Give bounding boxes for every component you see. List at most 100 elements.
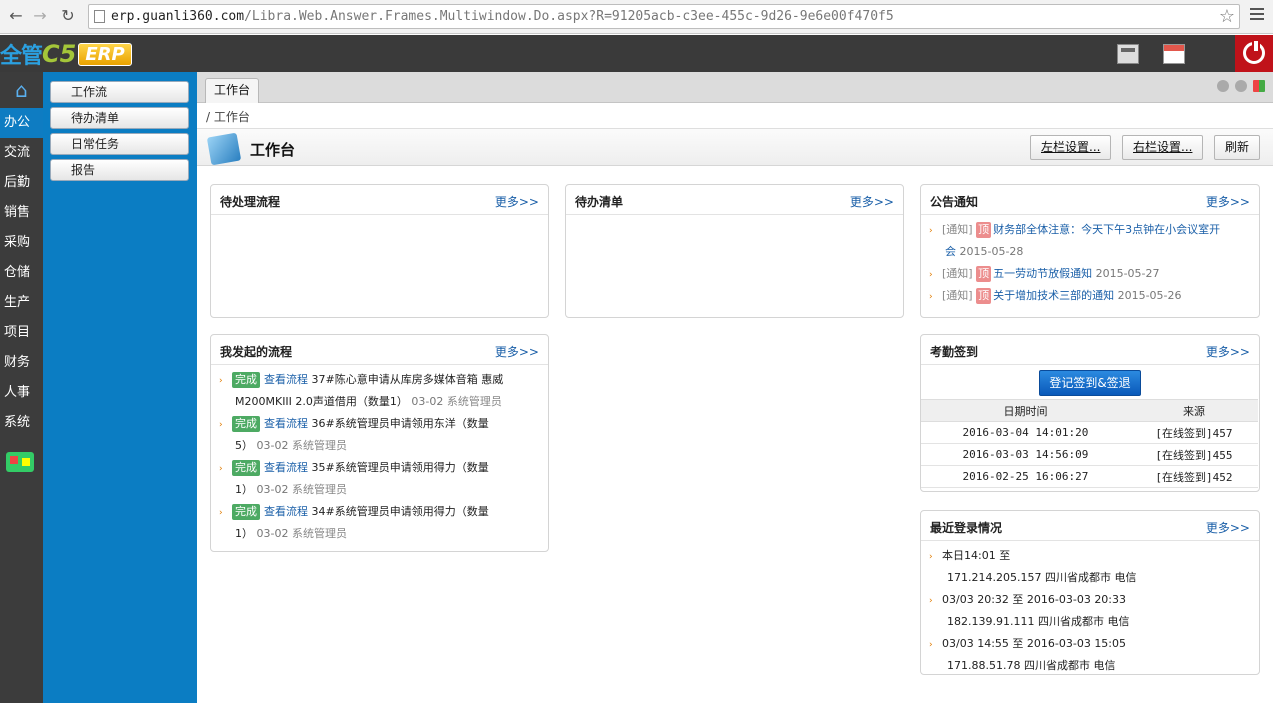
more-link[interactable]: 更多>> bbox=[850, 193, 894, 210]
address-bar[interactable]: erp.guanli360.com/Libra.Web.Answer.Frame… bbox=[88, 4, 1240, 29]
list-item: › 03/03 20:32 至 2016-03-03 20:33 bbox=[929, 593, 1127, 606]
title-bar: 工作台 左栏设置... 右栏设置... 刷新 bbox=[197, 128, 1273, 166]
subnav-item-daily-task[interactable]: 日常任务 bbox=[50, 133, 189, 155]
my-flow-panel: 我发起的流程 更多>> › 完成 查看流程 37#陈心意申请从库房多媒体音箱 惠威 M… bbox=[210, 334, 549, 552]
nav-item[interactable]: 交流 bbox=[0, 138, 43, 168]
table-row: 2016-02-25 16:06:27 [在线签到]452 bbox=[921, 465, 1258, 488]
nav-item[interactable]: 采购 bbox=[0, 228, 43, 258]
panel-title: 最近登录情况 bbox=[930, 521, 1003, 535]
app-header: 全管 C5 ERP bbox=[0, 35, 1273, 72]
page-icon bbox=[94, 10, 105, 23]
panel-title: 我发起的流程 bbox=[220, 345, 293, 359]
status-badge: 完成 bbox=[232, 460, 260, 476]
reload-icon[interactable]: ↻ bbox=[58, 6, 78, 26]
panel-title: 待办清单 bbox=[575, 195, 624, 209]
browser-chrome: ← → ↻ erp.guanli360.com/Libra.Web.Answer… bbox=[0, 0, 1273, 34]
refresh-button[interactable]: 刷新 bbox=[1214, 135, 1261, 160]
more-link[interactable]: 更多>> bbox=[495, 343, 539, 360]
notice-link[interactable]: 五一劳动节放假通知 bbox=[993, 267, 1092, 280]
url-text: erp.guanli360.com/Libra.Web.Answer.Frame… bbox=[111, 9, 894, 24]
table-row: 2016-03-03 14:56:09 [在线签到]455 bbox=[921, 443, 1258, 466]
list-item: › 本日14:01 至 bbox=[929, 549, 1011, 562]
table-cell: [在线签到]457 bbox=[1129, 421, 1258, 444]
left-setting-button[interactable]: 左栏设置... bbox=[1030, 135, 1112, 160]
more-link[interactable]: 更多>> bbox=[1206, 193, 1250, 210]
login-panel: 最近登录情况 更多>> › 本日14:01 至 171.214.205.157 四川… bbox=[920, 510, 1260, 675]
panel-title: 考勤签到 bbox=[930, 345, 979, 359]
bookmark-star-icon[interactable]: ☆ bbox=[1219, 6, 1235, 27]
table-cell: [在线签到]455 bbox=[1129, 443, 1258, 466]
view-flow-link[interactable]: 查看流程 bbox=[264, 461, 308, 474]
more-link[interactable]: 更多>> bbox=[1206, 519, 1250, 536]
status-badge: 完成 bbox=[232, 504, 260, 520]
nav-item[interactable]: 项目 bbox=[0, 318, 43, 348]
more-link[interactable]: 更多>> bbox=[1206, 343, 1250, 360]
subnav-item-todo[interactable]: 待办清单 bbox=[50, 107, 189, 129]
status-badge: 完成 bbox=[232, 372, 260, 388]
nav-item[interactable]: 后勤 bbox=[0, 168, 43, 198]
sub-nav: 工作流 待办清单 日常任务 报告 bbox=[43, 72, 197, 703]
flow-text: 37#陈心意申请从库房多媒体音箱 惠威 bbox=[311, 373, 504, 386]
home-icon[interactable]: ⌂ bbox=[0, 72, 43, 108]
nav-item[interactable]: 生产 bbox=[0, 288, 43, 318]
list-item-cont: 1） 03-02 系统管理员 bbox=[235, 527, 347, 540]
view-flow-link[interactable]: 查看流程 bbox=[264, 417, 308, 430]
list-item: › [通知] 顶关于增加技术三部的通知 2015-05-26 bbox=[929, 288, 1182, 304]
back-icon[interactable]: ← bbox=[6, 6, 26, 26]
view-flow-link[interactable]: 查看流程 bbox=[264, 505, 308, 518]
nav-item[interactable]: 办公 bbox=[0, 108, 43, 138]
todo-panel: 待办清单 更多>> bbox=[565, 184, 904, 318]
check-in-button[interactable]: 登记签到&签退 bbox=[1039, 370, 1141, 396]
list-item: › 完成 查看流程 34#系统管理员申请领用得力（数量 bbox=[219, 504, 489, 520]
nav-item[interactable]: 销售 bbox=[0, 198, 43, 228]
tab-bar: 工作台 bbox=[197, 72, 1273, 103]
power-icon[interactable] bbox=[1235, 35, 1273, 72]
notice-link[interactable]: 财务部全体注意：今天下午3点钟在小会议室开 bbox=[993, 223, 1220, 236]
tab-grid-icon[interactable] bbox=[1253, 80, 1265, 92]
table-row: 2016-03-04 14:01:20 [在线签到]457 bbox=[921, 421, 1258, 444]
table-cell: 2016-03-04 14:01:20 bbox=[921, 421, 1130, 444]
list-item-cont: 会 2015-05-28 bbox=[945, 245, 1024, 258]
right-setting-button[interactable]: 右栏设置... bbox=[1122, 135, 1204, 160]
workbench-icon bbox=[206, 132, 242, 166]
calculator-icon[interactable] bbox=[1117, 44, 1139, 64]
attendance-panel: 考勤签到 更多>> 登记签到&签退 日期时间 来源 2016-03-04 14:… bbox=[920, 334, 1260, 492]
page-title: 工作台 bbox=[250, 141, 296, 159]
table-cell: 2016-02-25 16:06:27 bbox=[921, 465, 1130, 488]
subnav-item-report[interactable]: 报告 bbox=[50, 159, 189, 181]
more-link[interactable]: 更多>> bbox=[495, 193, 539, 210]
subnav-item-workflow[interactable]: 工作流 bbox=[50, 81, 189, 103]
list-item: › 03/03 14:55 至 2016-03-03 15:05 bbox=[929, 637, 1127, 650]
panel-title: 公告通知 bbox=[930, 195, 979, 209]
nav-item[interactable]: 系统 bbox=[0, 408, 43, 438]
list-item-cont: 5） 03-02 系统管理员 bbox=[235, 439, 347, 452]
tab-workbench[interactable]: 工作台 bbox=[205, 78, 260, 103]
tab-next-icon[interactable] bbox=[1235, 80, 1247, 92]
content-area: 工作台 / 工作台 工作台 左栏设置... 右栏设置... 刷新 待处理流程 更… bbox=[197, 72, 1273, 703]
forward-icon[interactable]: → bbox=[30, 6, 50, 26]
column-header: 日期时间 bbox=[921, 399, 1130, 422]
list-item: › 完成 查看流程 37#陈心意申请从库房多媒体音箱 惠威 bbox=[219, 372, 504, 388]
list-item: › [通知] 顶五一劳动节放假通知 2015-05-27 bbox=[929, 266, 1160, 282]
attendance-table: 日期时间 来源 2016-03-04 14:01:20 [在线签到]457 2016… bbox=[921, 399, 1258, 488]
nav-item[interactable]: 仓储 bbox=[0, 258, 43, 288]
app-logo: 全管 C5 ERP bbox=[0, 40, 132, 69]
panel-title: 待处理流程 bbox=[220, 195, 281, 209]
notice-link[interactable]: 关于增加技术三部的通知 bbox=[993, 289, 1114, 302]
tab-prev-icon[interactable] bbox=[1217, 80, 1229, 92]
nav-item[interactable]: 人事 bbox=[0, 378, 43, 408]
list-item: › [通知] 顶财务部全体注意：今天下午3点钟在小会议室开 bbox=[929, 222, 1221, 238]
view-flow-link[interactable]: 查看流程 bbox=[264, 373, 308, 386]
calendar-icon[interactable] bbox=[1163, 44, 1185, 64]
list-item-cont: 171.214.205.157 四川省成都市 电信 bbox=[947, 571, 1137, 584]
nav-item[interactable]: 财务 bbox=[0, 348, 43, 378]
main-nav: ⌂ 办公 交流 后勤 销售 采购 仓储 生产 项目 财务 人事 系统 bbox=[0, 72, 43, 703]
browser-menu-icon[interactable] bbox=[1250, 8, 1264, 24]
list-item-cont: 182.139.91.111 四川省成都市 电信 bbox=[947, 615, 1130, 628]
list-item: › 完成 查看流程 36#系统管理员申请领用东洋（数量 bbox=[219, 416, 489, 432]
list-item-cont: M200MKIII 2.0声道借用（数量1） 03-02 系统管理员 bbox=[235, 395, 502, 408]
pending-flow-panel: 待处理流程 更多>> bbox=[210, 184, 549, 318]
flow-text: 36#系统管理员申请领用东洋（数量 bbox=[311, 417, 489, 430]
notice-panel: 公告通知 更多>> › [通知] 顶财务部全体注意：今天下午3点钟在小会议室开 会… bbox=[920, 184, 1260, 318]
apps-icon[interactable] bbox=[6, 452, 34, 472]
